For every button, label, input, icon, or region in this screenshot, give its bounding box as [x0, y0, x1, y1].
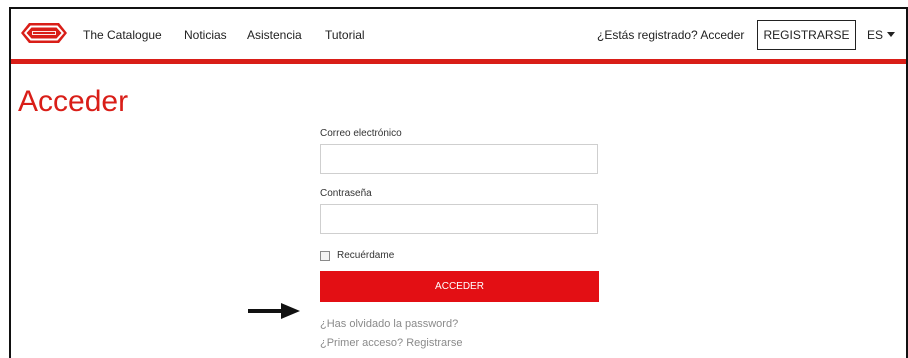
remember-checkbox[interactable]	[320, 251, 330, 261]
nav-link-catalogue[interactable]: The Catalogue	[83, 28, 162, 42]
login-link[interactable]: ¿Estás registrado? Acceder	[597, 28, 744, 42]
arrow-right-icon	[248, 303, 300, 319]
remember-me-row[interactable]: Recuérdame	[320, 249, 394, 263]
email-label: Correo electrónico	[320, 128, 402, 139]
nav-link-asistencia[interactable]: Asistencia	[247, 28, 302, 42]
caret-down-icon	[887, 32, 896, 37]
remember-label: Recuérdame	[337, 250, 395, 261]
first-access-register-link[interactable]: ¿Primer acceso? Registrarse	[320, 337, 462, 350]
nav-link-tutorial[interactable]: Tutorial	[325, 28, 365, 42]
language-selector[interactable]: ES	[867, 28, 896, 42]
email-field[interactable]	[320, 144, 598, 174]
silca-logo[interactable]	[20, 21, 68, 45]
forgot-password-link[interactable]: ¿Has olvidado la password?	[320, 318, 458, 331]
nav-divider-red	[11, 59, 906, 64]
top-navbar: The Catalogue Noticias Asistencia Tutori…	[11, 9, 906, 59]
login-submit-button[interactable]: ACCEDER	[320, 271, 599, 302]
register-button[interactable]: REGISTRARSE	[757, 20, 856, 50]
language-label: ES	[867, 28, 884, 42]
password-label: Contraseña	[320, 188, 372, 199]
password-field[interactable]	[320, 204, 598, 234]
nav-link-noticias[interactable]: Noticias	[184, 28, 227, 42]
page-title: Acceder	[18, 85, 129, 118]
browser-frame: The Catalogue Noticias Asistencia Tutori…	[9, 7, 908, 358]
